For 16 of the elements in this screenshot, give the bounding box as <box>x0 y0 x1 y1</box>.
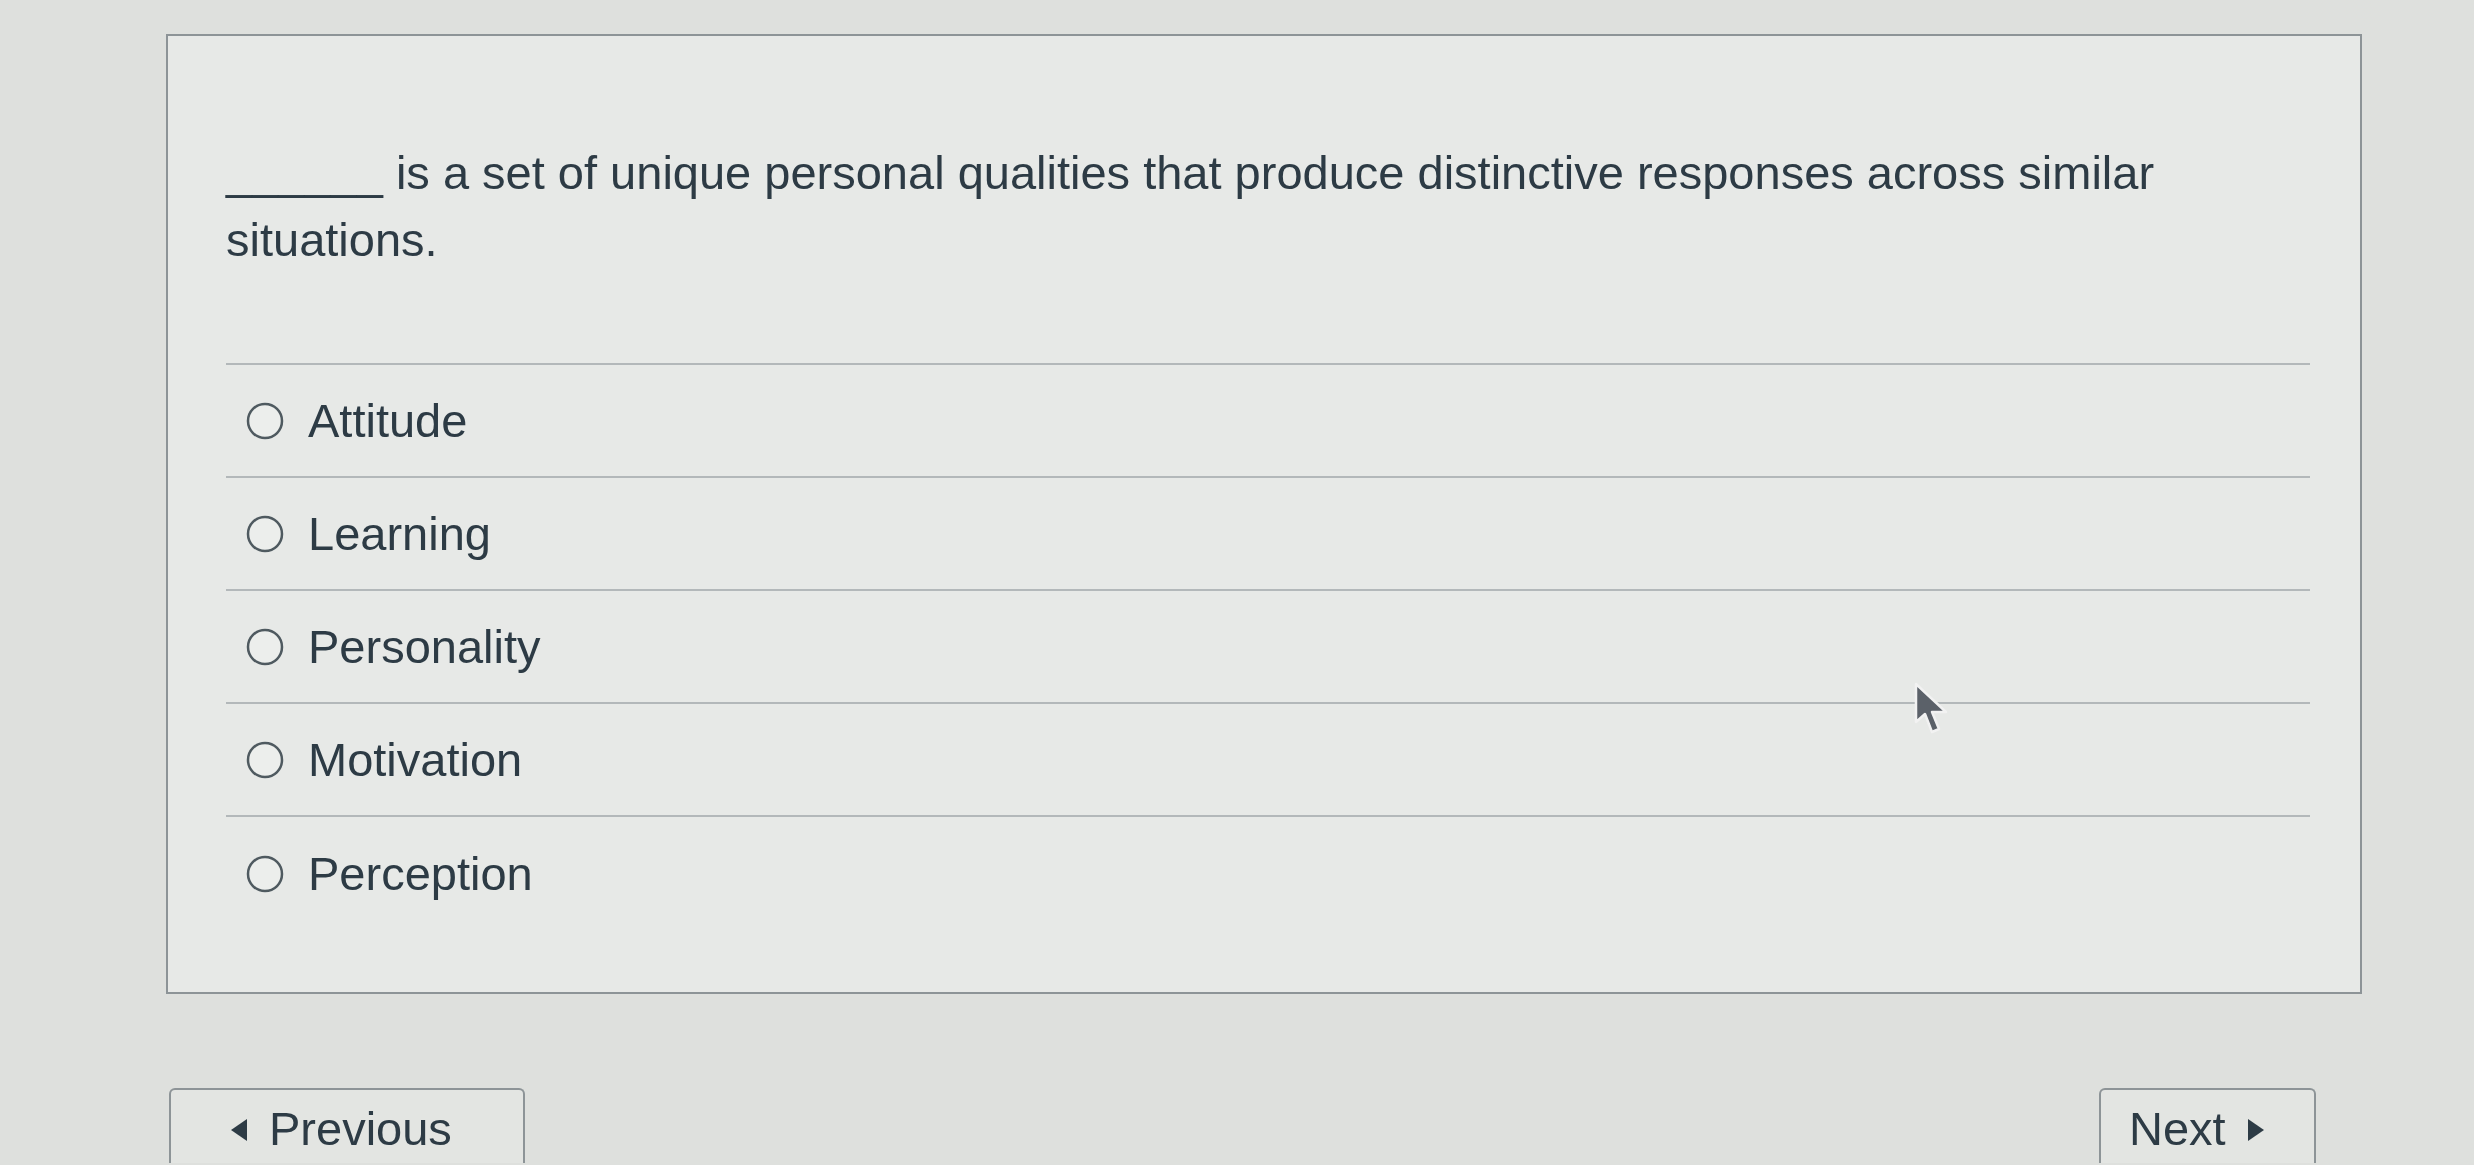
option-label[interactable]: Attitude <box>308 393 468 448</box>
option-label[interactable]: Personality <box>308 619 541 674</box>
previous-button[interactable]: Previous <box>169 1088 525 1163</box>
mouse-pointer-icon <box>1914 682 1950 736</box>
next-button[interactable]: Next <box>2099 1088 2316 1163</box>
question-text: ______ is a set of unique personal qualities that produce distinctive responses across similar situations. <box>226 145 2156 268</box>
caret-left-icon <box>231 1119 247 1141</box>
option-label[interactable]: Perception <box>308 846 533 901</box>
radio-button[interactable] <box>246 854 284 893</box>
radio-button[interactable] <box>246 627 284 666</box>
radio-button[interactable] <box>246 740 284 779</box>
caret-right-icon <box>2247 1119 2264 1141</box>
radio-button[interactable] <box>246 514 284 553</box>
option-label[interactable]: Learning <box>308 506 491 561</box>
option-label[interactable]: Motivation <box>308 732 523 787</box>
radio-button[interactable] <box>246 401 284 440</box>
